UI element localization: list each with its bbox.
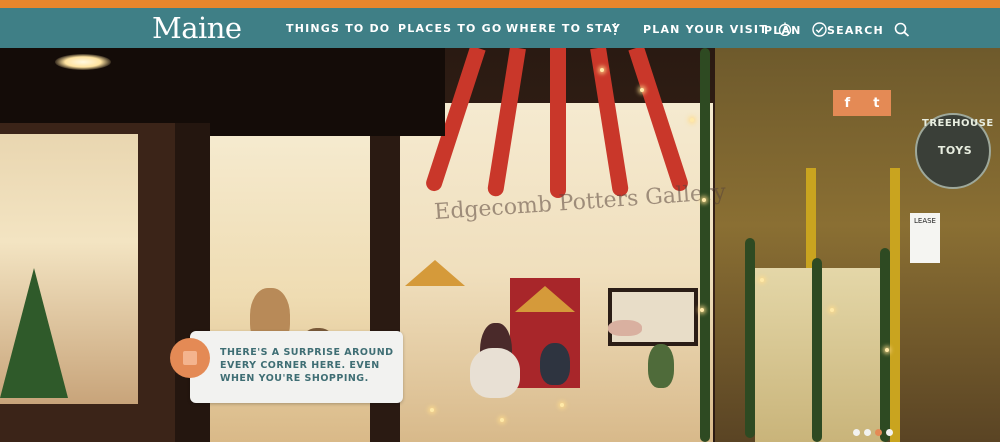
string-light — [885, 348, 889, 352]
carousel-dot-2[interactable] — [864, 429, 871, 436]
twitter-icon[interactable]: t — [873, 96, 879, 111]
string-light — [430, 408, 434, 412]
garland — [812, 258, 822, 442]
search-label: SEARCH — [827, 24, 884, 37]
framed-painting — [608, 288, 698, 346]
carousel-dots — [853, 429, 893, 436]
nav-places-to-go[interactable]: PLACES TO GO — [398, 22, 502, 35]
social-share-bar: f t — [833, 90, 891, 116]
nav-divider — [614, 23, 618, 35]
maine-logo[interactable]: Maine — [152, 11, 242, 45]
pottery-vase — [470, 348, 520, 398]
string-light — [690, 118, 694, 122]
string-light — [700, 308, 704, 312]
nav-things-to-do[interactable]: THINGS TO DO — [286, 22, 390, 35]
top-accent-stripe — [0, 0, 1000, 8]
tiffany-lamp — [405, 260, 465, 286]
carousel-dot-1[interactable] — [853, 429, 860, 436]
caption-toggle-button[interactable] — [170, 338, 210, 378]
nav-plan[interactable]: PLAN — [764, 22, 827, 37]
pottery-vase — [540, 343, 570, 385]
porch-light — [55, 54, 111, 70]
garland — [745, 238, 755, 438]
awning-stripe — [550, 48, 566, 198]
photo-caption-card: THERE'S A SURPRISE AROUND EVERY CORNER H… — [190, 331, 403, 403]
plan-your-visit-label: PLAN YOUR VISIT — [643, 23, 768, 36]
string-light — [830, 308, 834, 312]
string-light — [500, 418, 504, 422]
main-navbar: Maine THINGS TO DO PLACES TO GO WHERE TO… — [0, 8, 1000, 48]
lease-sign: LEASE — [910, 213, 940, 263]
nav-where-to-stay[interactable]: WHERE TO STAY — [506, 22, 621, 35]
christmas-tree — [0, 268, 68, 398]
string-light — [600, 68, 604, 72]
string-light — [560, 403, 564, 407]
square-icon — [183, 351, 197, 365]
string-light — [702, 198, 706, 202]
pottery-vase — [648, 344, 674, 388]
string-light — [760, 278, 764, 282]
pottery-bowl — [608, 320, 642, 336]
nav-search[interactable]: SEARCH — [827, 22, 910, 37]
carousel-dot-3[interactable] — [875, 429, 882, 436]
sign-line-2: TOYS — [937, 144, 973, 157]
yellow-pillar — [890, 168, 900, 442]
plan-label: PLAN — [764, 24, 802, 37]
carousel-dot-4[interactable] — [886, 429, 893, 436]
tiffany-lamp — [515, 286, 575, 312]
search-icon — [894, 22, 910, 37]
treehouse-toys-lettering: TREEHOUSE TOYS — [922, 118, 993, 157]
garland — [880, 248, 890, 442]
garland — [700, 48, 710, 442]
facebook-icon[interactable]: f — [845, 96, 851, 111]
check-circle-icon — [811, 22, 827, 37]
string-light — [640, 88, 644, 92]
sign-line-1: TREEHOUSE — [922, 118, 994, 129]
caption-text: THERE'S A SURPRISE AROUND EVERY CORNER H… — [220, 347, 394, 384]
